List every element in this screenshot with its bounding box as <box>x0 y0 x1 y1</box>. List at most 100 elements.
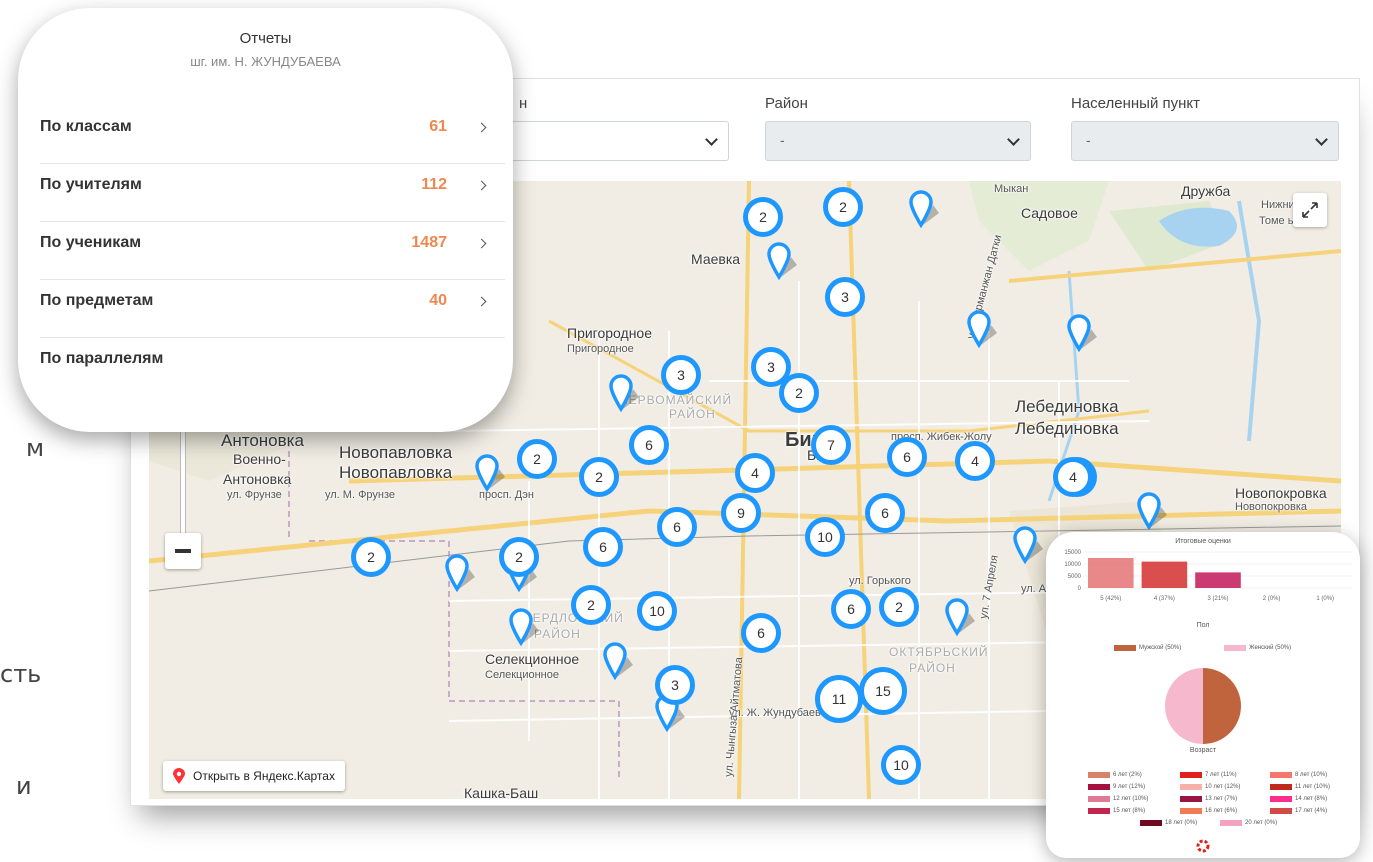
map-placemark-icon[interactable] <box>509 607 539 647</box>
legend-label: 6 лет (2%) <box>1113 772 1142 778</box>
legend-label: 8 лет (10%) <box>1295 772 1328 778</box>
reports-row-classes[interactable]: По классам 61 <box>40 106 505 164</box>
map-place-label: ул. М. Фрунзе <box>325 489 396 501</box>
district-select[interactable]: - <box>765 121 1031 161</box>
reports-row-label: По ученикам <box>40 234 142 251</box>
gender-chart-title: Пол <box>1196 622 1210 629</box>
zoom-out-button[interactable] <box>165 533 201 569</box>
map-place-label: Кашка-Баш <box>464 785 539 799</box>
map-cluster[interactable]: 11 <box>815 675 863 723</box>
map-placemark-icon[interactable] <box>1013 525 1043 565</box>
legend-swatch <box>1088 796 1110 802</box>
map-place-label: Новопокровка <box>1235 485 1327 501</box>
y-tick-label: 15000 <box>1064 550 1081 556</box>
map-place-label: Садовое <box>1021 205 1078 221</box>
map-cluster[interactable]: 2 <box>743 197 783 237</box>
reports-row-students[interactable]: По ученикам 1487 <box>40 222 505 280</box>
map-cluster[interactable]: 6 <box>831 589 871 629</box>
age-legend-item: 9 лет (12%) <box>1088 784 1145 790</box>
map-cluster[interactable]: 6 <box>741 613 781 653</box>
map-cluster[interactable]: 10 <box>881 745 921 785</box>
map-cluster[interactable]: 2 <box>879 587 919 627</box>
age-legend-item: 6 лет (2%) <box>1088 772 1142 778</box>
chevron-down-icon <box>1315 133 1328 146</box>
map-place-label: Новопокровка <box>1235 501 1308 513</box>
map-cluster[interactable]: 3 <box>825 277 865 317</box>
reports-row-count: 40 <box>429 292 447 309</box>
map-placemark-icon[interactable] <box>475 453 505 493</box>
statistics-card: Итоговые оценки 15000 10000 5000 0 5 (42%) 4 … <box>1046 532 1360 858</box>
map-cluster[interactable]: 2 <box>779 373 819 413</box>
map-place-label: Мыкан <box>994 183 1029 195</box>
map-placemark-icon[interactable] <box>603 641 633 681</box>
district-label: Район <box>765 95 808 112</box>
page-fragment-2: сть <box>0 660 42 688</box>
legend-swatch <box>1180 772 1202 778</box>
reports-row-teachers[interactable]: По учителям 112 <box>40 164 505 222</box>
open-in-yandex-maps-link[interactable]: Открыть в Яндекс.Картах <box>163 761 345 791</box>
map-placemark-icon[interactable] <box>767 241 797 281</box>
map-cluster[interactable]: 2 <box>823 187 863 227</box>
legend-label: 13 лет (7%) <box>1205 796 1238 802</box>
map-cluster[interactable]: 6 <box>583 527 623 567</box>
map-place-label: Антоновка <box>223 471 292 487</box>
map-placemark-icon[interactable] <box>609 373 639 413</box>
legend-swatch <box>1088 808 1110 814</box>
map-place-label: РАЙОН <box>534 627 581 641</box>
map-place-label: Селекционное <box>485 651 580 667</box>
legend-swatch <box>1088 784 1110 790</box>
settlement-select[interactable]: - <box>1071 121 1339 161</box>
map-place-label: ул. Фрунзе <box>227 489 282 501</box>
map-cluster[interactable]: 7 <box>811 425 851 465</box>
map-place-label: Военно- <box>233 451 286 467</box>
map-place-label: Новопавловка <box>339 443 453 462</box>
y-tick-label: 5000 <box>1068 574 1082 580</box>
map-placemark-icon[interactable] <box>1137 491 1167 531</box>
map-placemark-icon[interactable] <box>945 597 975 637</box>
reports-row-label: По параллелям <box>40 350 164 367</box>
map-cluster[interactable]: 2 <box>579 457 619 497</box>
y-tick-label: 10000 <box>1064 562 1081 568</box>
map-cluster[interactable]: 4 <box>735 453 775 493</box>
map-cluster[interactable]: 2 <box>499 537 539 577</box>
x-tick-label: 3 (21%) <box>1207 596 1228 602</box>
map-cluster[interactable]: 4 <box>1053 457 1093 497</box>
age-legend-item: 17 лет (4%) <box>1270 808 1327 814</box>
reports-row-subjects[interactable]: По предметам 40 <box>40 280 505 338</box>
pie-slice-female <box>1165 668 1203 744</box>
map-cluster[interactable]: 6 <box>657 507 697 547</box>
map-place-label: Селекционное <box>485 669 559 681</box>
map-cluster[interactable]: 10 <box>637 591 677 631</box>
chevron-right-icon <box>476 296 487 307</box>
age-pie-icon <box>1196 839 1210 853</box>
settlement-label: Населенный пункт <box>1071 95 1201 112</box>
age-chart-title: Возраст <box>1189 747 1217 754</box>
map-cluster[interactable]: 10 <box>805 517 845 557</box>
legend-swatch <box>1088 772 1110 778</box>
map-cluster[interactable]: 3 <box>655 665 695 705</box>
age-legend-item: 18 лет (0%) <box>1140 820 1197 826</box>
map-placemark-icon[interactable] <box>1067 313 1097 353</box>
page-fragment-1: м <box>26 434 45 462</box>
map-placemark-icon[interactable] <box>967 309 997 349</box>
map-cluster[interactable]: 15 <box>859 667 907 715</box>
map-placemark-icon[interactable] <box>909 189 939 229</box>
map-cluster[interactable]: 6 <box>629 425 669 465</box>
chevron-right-icon <box>476 180 487 191</box>
map-cluster[interactable]: 9 <box>721 493 761 533</box>
map-placemark-icon[interactable] <box>445 553 475 593</box>
map-cluster[interactable]: 2 <box>517 439 557 479</box>
map-cluster[interactable]: 6 <box>865 493 905 533</box>
age-legend-item: 8 лет (10%) <box>1270 772 1327 778</box>
fullscreen-button[interactable] <box>1293 193 1327 227</box>
reports-row-label: По предметам <box>40 292 154 309</box>
reports-row-parallels[interactable]: По параллелям <box>40 338 505 396</box>
reports-list: По классам 61 По учителям 112 По ученика… <box>40 106 505 396</box>
map-cluster[interactable]: 2 <box>571 585 611 625</box>
map-cluster[interactable]: 6 <box>887 437 927 477</box>
grade-bar <box>1088 558 1134 588</box>
open-in-yandex-maps-label: Открыть в Яндекс.Картах <box>193 769 335 783</box>
map-cluster[interactable]: 2 <box>351 537 391 577</box>
map-cluster[interactable]: 3 <box>661 355 701 395</box>
map-cluster[interactable]: 4 <box>955 441 995 481</box>
